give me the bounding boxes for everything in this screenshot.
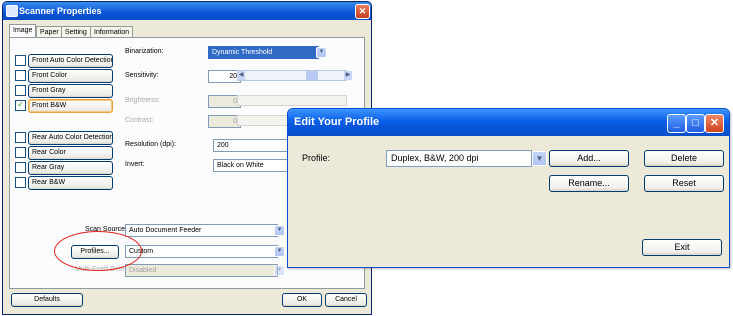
binarization-select[interactable]: Dynamic Threshold	[208, 46, 319, 59]
exit-button[interactable]: Exit	[642, 239, 722, 256]
sensitivity-slider[interactable]	[237, 70, 347, 81]
image-type-checkbox[interactable]	[15, 147, 26, 158]
sensitivity-label: Sensitivity:	[125, 72, 159, 79]
profile-window-title: Edit Your Profile	[294, 116, 380, 128]
add-button[interactable]: Add...	[549, 150, 629, 167]
tab-image[interactable]: Image	[9, 24, 37, 38]
image-type-checkbox[interactable]	[15, 177, 26, 188]
image-type-button[interactable]: Front Auto Color Detection	[28, 54, 113, 68]
close-icon[interactable]: ✕	[705, 114, 724, 133]
contrast-slider	[237, 115, 289, 126]
defaults-button[interactable]: Defaults	[11, 293, 83, 307]
image-type-button[interactable]: Rear Gray	[28, 161, 113, 175]
binarization-label: Binarization:	[125, 48, 164, 55]
image-type-checkbox[interactable]	[15, 70, 26, 81]
image-type-button[interactable]: Rear B&W	[28, 176, 113, 190]
edit-profile-window: Edit Your Profile _ □ ✕ Profile: Duplex,…	[287, 108, 730, 268]
profile-title-bar: Edit Your Profile _ □ ✕	[288, 109, 729, 136]
rename-button[interactable]: Rename...	[549, 175, 629, 192]
image-type-button[interactable]: Front Gray	[28, 84, 113, 98]
image-type-checkbox[interactable]	[15, 85, 26, 96]
multifeed-select: Disabled	[125, 264, 278, 277]
minimize-icon[interactable]: _	[667, 114, 686, 133]
cancel-button[interactable]: Cancel	[325, 293, 367, 307]
chevron-down-icon[interactable]: ▼	[532, 151, 547, 166]
chevron-down-icon[interactable]: ▼	[274, 225, 285, 236]
image-type-button[interactable]: Rear Color	[28, 146, 113, 160]
chevron-down-icon[interactable]: ▼	[274, 246, 285, 257]
scanner-app-icon	[6, 5, 18, 17]
invert-label: Invert:	[125, 161, 145, 168]
profile-dropdown[interactable]: Duplex, B&W, 200 dpi	[386, 150, 532, 167]
chevron-down-icon: ▼	[274, 265, 285, 276]
image-type-checkbox[interactable]: ✓	[15, 100, 26, 111]
slider-right-arrow-icon[interactable]: ▶	[344, 71, 352, 80]
image-type-checkbox[interactable]	[15, 162, 26, 173]
ok-button[interactable]: OK	[282, 293, 322, 307]
annotation-circle	[54, 231, 142, 271]
resolution-field[interactable]: 200	[213, 139, 292, 152]
image-type-checkbox[interactable]	[15, 132, 26, 143]
image-type-checkbox[interactable]	[15, 55, 26, 66]
maximize-icon[interactable]: □	[686, 114, 705, 133]
close-icon[interactable]: ✕	[355, 4, 370, 19]
brightness-label: Brightness:	[125, 97, 161, 104]
scanner-title-bar: Scanner Properties ✕	[3, 2, 371, 20]
reset-button[interactable]: Reset	[644, 175, 724, 192]
slider-thumb[interactable]	[306, 71, 318, 80]
brightness-slider	[237, 95, 347, 106]
delete-button[interactable]: Delete	[644, 150, 724, 167]
scan-source-select[interactable]: Auto Document Feeder	[125, 224, 278, 237]
resolution-label: Resolution (dpi):	[125, 141, 176, 148]
scanner-window-title: Scanner Properties	[19, 6, 102, 16]
image-type-button[interactable]: Rear Auto Color Detection	[28, 131, 113, 145]
contrast-label: Contrast:	[125, 117, 154, 124]
invert-select[interactable]: Black on White	[213, 159, 292, 172]
profile-select[interactable]: Custom	[125, 245, 278, 258]
image-type-button[interactable]: Front B&W	[28, 99, 113, 113]
slider-left-arrow-icon[interactable]: ◀	[237, 71, 245, 80]
image-type-button[interactable]: Front Color	[28, 69, 113, 83]
chevron-down-icon[interactable]: ▼	[316, 47, 327, 58]
profile-label: Profile:	[302, 153, 331, 163]
